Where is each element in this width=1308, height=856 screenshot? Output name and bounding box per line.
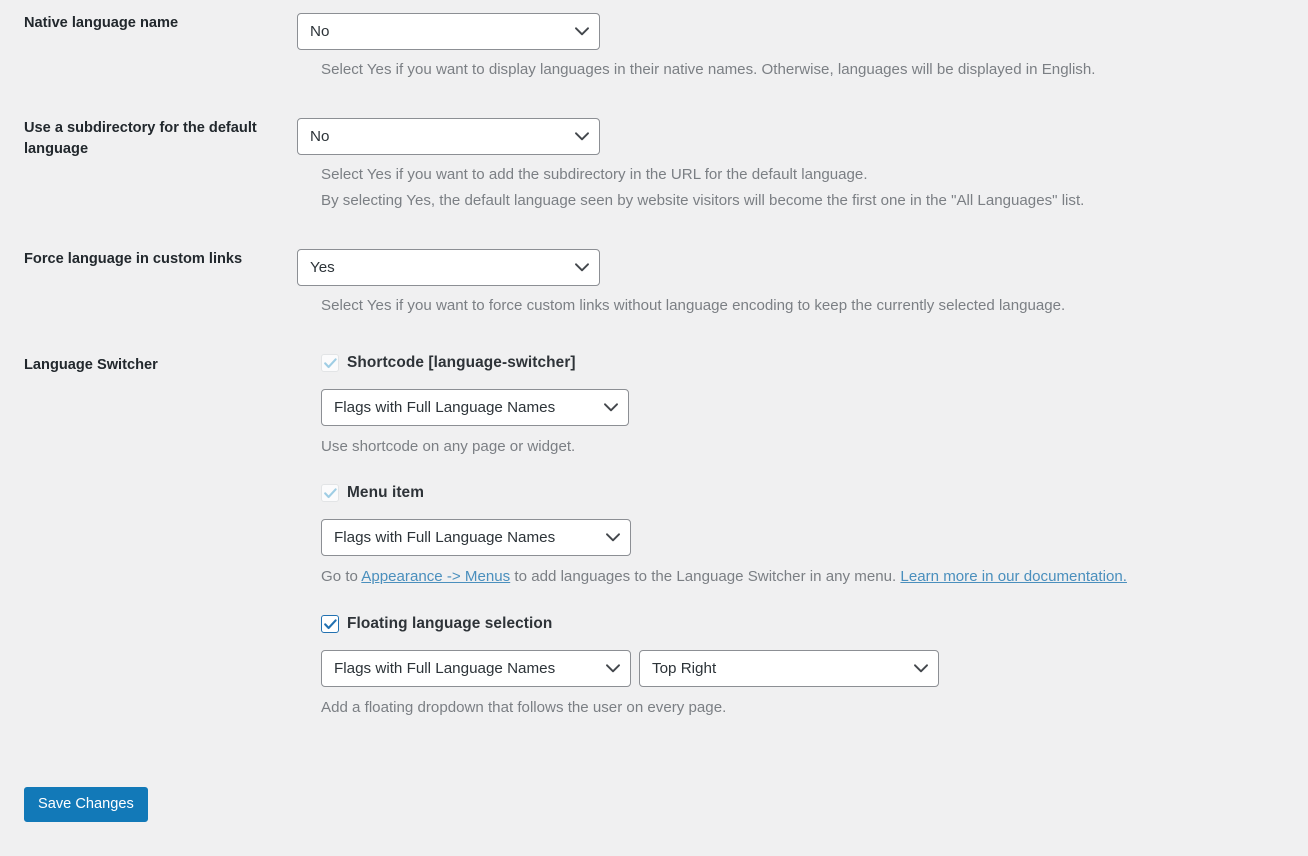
form-row-native-language-name: Native language name No xyxy=(0,13,1308,50)
shortcode-style-select[interactable]: Flags with Full Language Names xyxy=(321,389,629,426)
form-row-force-language: Force language in custom links Yes xyxy=(0,249,1308,286)
shortcode-select-container: Flags with Full Language Names xyxy=(321,389,629,426)
description-force-language: Select Yes if you want to force custom l… xyxy=(321,297,1066,314)
use-subdirectory-select-wrap[interactable]: No xyxy=(297,118,600,155)
floating-style-select[interactable]: Flags with Full Language Names xyxy=(321,650,631,687)
force-language-select[interactable]: Yes xyxy=(297,249,600,286)
menu-item-style-select-wrap[interactable]: Flags with Full Language Names xyxy=(321,519,631,556)
field-force-language: Yes xyxy=(297,249,1308,286)
shortcode-checkbox-label: Shortcode [language-switcher] xyxy=(347,354,576,371)
language-settings-form: Native language name No Select Yes if yo… xyxy=(0,0,1308,856)
menu-item-description-prefix: Go to xyxy=(321,568,362,585)
native-language-name-select[interactable]: No xyxy=(297,13,600,50)
field-use-subdirectory: No xyxy=(297,118,1308,155)
label-use-subdirectory: Use a subdirectory for the default langu… xyxy=(24,120,257,158)
menu-item-description: Go to Appearance -> Menus to add languag… xyxy=(321,564,1127,590)
documentation-link[interactable]: Learn more in our documentation. xyxy=(900,568,1127,585)
label-native-language-name: Native language name xyxy=(24,15,179,31)
check-icon xyxy=(323,357,337,368)
floating-selects-container: Flags with Full Language Names Top Right xyxy=(321,650,939,687)
menu-item-select-container: Flags with Full Language Names xyxy=(321,519,631,556)
floating-selection-checkbox[interactable] xyxy=(321,615,339,633)
menu-item-checkbox[interactable] xyxy=(321,484,339,502)
save-changes-button[interactable]: Save Changes xyxy=(24,787,148,822)
check-icon xyxy=(323,487,337,498)
shortcode-checkbox-row[interactable]: Shortcode [language-switcher] xyxy=(321,354,576,372)
use-subdirectory-select[interactable]: No xyxy=(297,118,600,155)
menu-item-checkbox-row[interactable]: Menu item xyxy=(321,484,424,502)
native-language-name-select-wrap[interactable]: No xyxy=(297,13,600,50)
description-use-subdirectory: Select Yes if you want to add the subdir… xyxy=(321,166,1085,209)
description-native-language-name: Select Yes if you want to display langua… xyxy=(321,61,1096,78)
menu-item-style-select[interactable]: Flags with Full Language Names xyxy=(321,519,631,556)
force-language-select-wrap[interactable]: Yes xyxy=(297,249,600,286)
form-row-language-switcher: Language Switcher xyxy=(0,355,1308,376)
floating-selection-checkbox-label: Floating language selection xyxy=(347,615,553,632)
shortcode-description: Use shortcode on any page or widget. xyxy=(321,438,576,455)
label-language-switcher: Language Switcher xyxy=(24,357,158,373)
check-icon xyxy=(323,618,337,629)
shortcode-checkbox[interactable] xyxy=(321,354,339,372)
shortcode-style-select-wrap[interactable]: Flags with Full Language Names xyxy=(321,389,629,426)
field-native-language-name: No xyxy=(297,13,1308,50)
menu-item-checkbox-label: Menu item xyxy=(347,484,425,501)
floating-position-select-wrap[interactable]: Top Right xyxy=(639,650,939,687)
appearance-menus-link[interactable]: Appearance -> Menus xyxy=(361,568,510,585)
floating-position-select[interactable]: Top Right xyxy=(639,650,939,687)
menu-item-description-middle: to add languages to the Language Switche… xyxy=(510,568,901,585)
label-force-language: Force language in custom links xyxy=(24,251,243,267)
floating-selection-description: Add a floating dropdown that follows the… xyxy=(321,699,727,716)
floating-selection-checkbox-row[interactable]: Floating language selection xyxy=(321,615,552,633)
form-row-use-subdirectory: Use a subdirectory for the default langu… xyxy=(0,118,1308,160)
floating-style-select-wrap[interactable]: Flags with Full Language Names xyxy=(321,650,631,687)
